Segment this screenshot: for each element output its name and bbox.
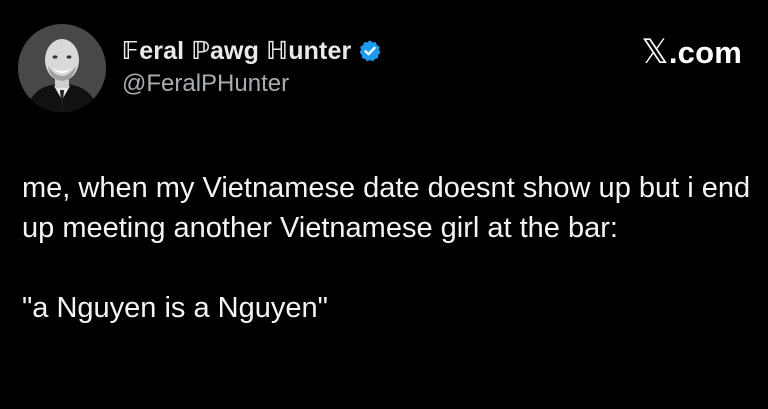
avatar[interactable] bbox=[18, 24, 106, 112]
post-text: me, when my Vietnamese date doesnt show … bbox=[22, 172, 751, 324]
site-domain: .com bbox=[668, 35, 742, 70]
display-name[interactable]: 𝔽eral ℙawg ℍunter bbox=[122, 36, 351, 66]
person-avatar-icon bbox=[18, 24, 106, 112]
handle[interactable]: @FeralPHunter bbox=[122, 70, 382, 98]
verified-badge-icon bbox=[358, 39, 382, 63]
name-row: 𝔽eral ℙawg ℍunter bbox=[122, 34, 382, 68]
site-logo: 𝕏.com bbox=[641, 32, 742, 72]
author-info: 𝔽eral ℙawg ℍunter @FeralPHunter bbox=[122, 34, 382, 98]
post-card: 𝔽eral ℙawg ℍunter @FeralPHunter 𝕏.com me… bbox=[0, 0, 768, 409]
x-logo-icon: 𝕏 bbox=[641, 32, 669, 72]
